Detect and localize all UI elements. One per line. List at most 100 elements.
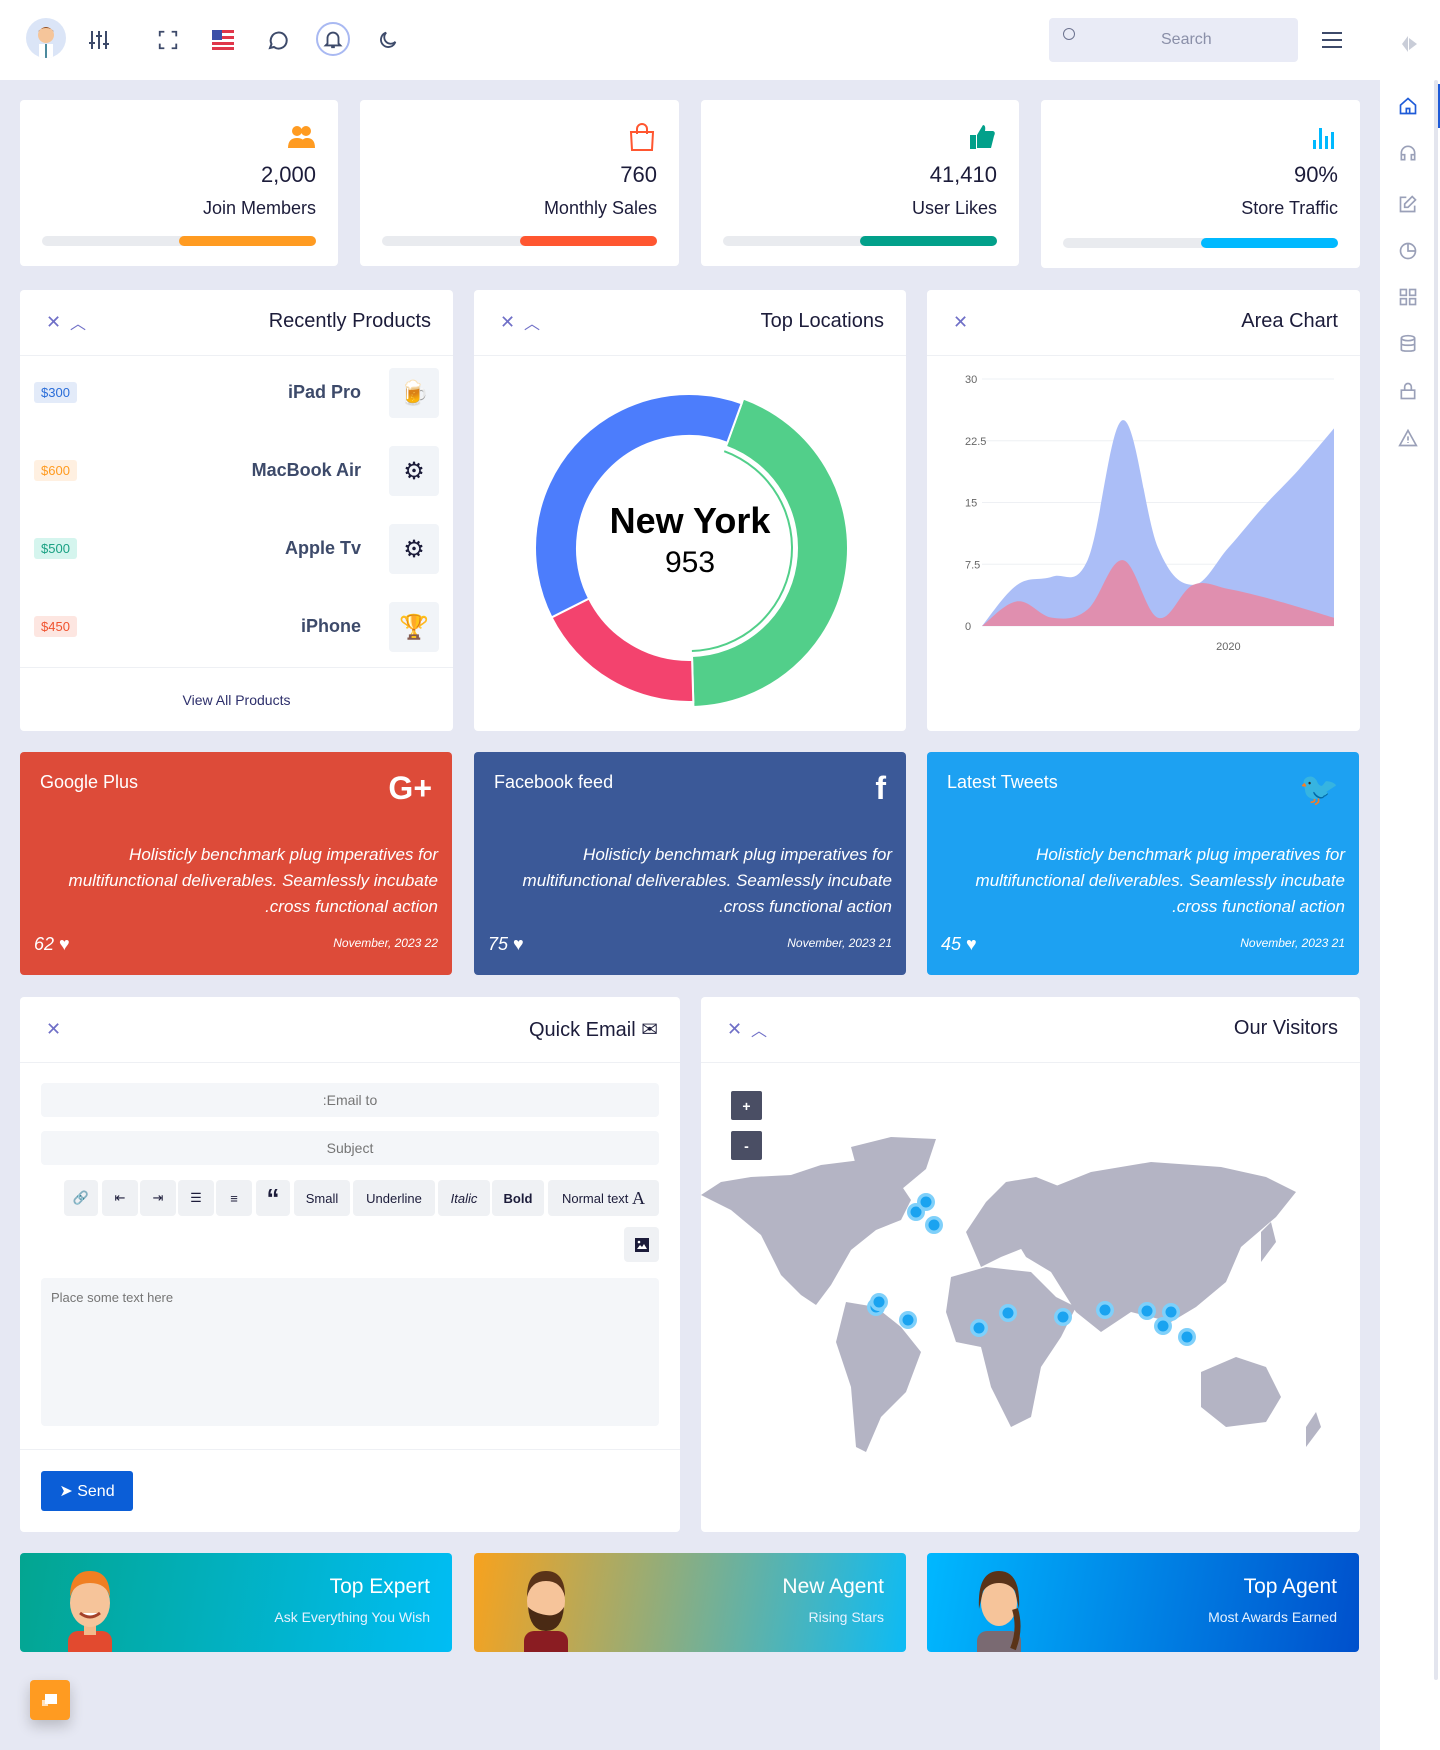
lock-icon[interactable] <box>1398 381 1420 403</box>
home-icon[interactable] <box>1398 96 1420 118</box>
normal-text-dropdown[interactable]: Normal text A <box>548 1180 659 1216</box>
likes-count[interactable]: 45 ♥ <box>941 934 977 955</box>
map-zoom-in-button[interactable]: + <box>731 1091 762 1120</box>
stat-value: 760 <box>620 162 657 187</box>
donut-center-label: New York <box>609 500 771 541</box>
outdent-button[interactable]: ⇤ <box>102 1180 138 1216</box>
link-button[interactable]: 🔗 <box>64 1180 98 1216</box>
search-input[interactable]: Search <box>1049 18 1298 62</box>
chevron-up-icon[interactable]: ︿ <box>751 1017 767 1041</box>
ordered-list-button[interactable]: ☰ <box>178 1180 214 1216</box>
visitor-marker-dot <box>1141 1305 1153 1317</box>
fullscreen-icon[interactable] <box>154 26 182 54</box>
top-locations-card: ✕ ︿ Top Locations New York 953 <box>474 290 906 731</box>
heart-icon: ♥ <box>59 934 70 954</box>
indent-button[interactable]: ⇥ <box>140 1180 176 1216</box>
gear-wrench-icon: ⚙ <box>389 446 439 496</box>
us-flag-icon[interactable] <box>209 26 237 54</box>
stat-label: Join Members <box>202 198 316 218</box>
visitors-card: ✕ ︿ Our Visitors + - <box>701 997 1360 1532</box>
post-date: November, 2023 21 <box>787 936 892 950</box>
moon-icon[interactable] <box>374 26 402 54</box>
agent-card-top-expert[interactable]: Top Expert Ask Everything You Wish <box>20 1553 452 1652</box>
bold-button[interactable]: Bold <box>492 1180 544 1216</box>
close-icon[interactable]: ✕ <box>500 312 515 333</box>
social-quote: Holisticly benchmark plug imperatives fo… <box>522 845 892 916</box>
edit-icon[interactable] <box>1398 194 1420 216</box>
google-plus-icon[interactable]: G+ <box>388 770 432 807</box>
price-badge: $600 <box>34 460 77 481</box>
logo-icon[interactable] <box>1400 34 1422 56</box>
small-button[interactable]: Small <box>294 1180 350 1216</box>
new-agent-avatar <box>524 1571 568 1652</box>
world-map[interactable] <box>701 1137 1360 1457</box>
product-row[interactable]: $600 MacBook Air ⚙ <box>20 446 453 496</box>
menu-icon[interactable] <box>1318 26 1346 54</box>
likes-count[interactable]: 62 ♥ <box>34 934 70 955</box>
chevron-up-icon[interactable]: ︿ <box>70 310 86 334</box>
customizer-icon <box>42 1694 57 1706</box>
grid-icon[interactable] <box>1398 287 1420 309</box>
product-name: Apple Tv <box>284 538 361 558</box>
card-header: ✕ ︿ Recently Products <box>20 290 453 356</box>
map-australia <box>1201 1357 1281 1427</box>
close-icon[interactable]: ✕ <box>953 312 968 333</box>
sliders-icon[interactable] <box>85 26 113 54</box>
agent-card-new-agent[interactable]: New Agent Rising Stars <box>474 1553 906 1652</box>
chat-icon[interactable] <box>264 26 292 54</box>
warning-icon[interactable] <box>1398 428 1420 450</box>
send-label: Send <box>77 1483 115 1500</box>
bell-icon[interactable] <box>316 22 350 56</box>
visitor-marker-dot <box>873 1296 885 1308</box>
view-all-products-link[interactable]: View All Products <box>20 692 453 708</box>
stat-value: 90% <box>1293 162 1338 187</box>
pie-chart-icon[interactable] <box>1398 241 1420 263</box>
italic-button[interactable]: Italic <box>438 1180 490 1216</box>
social-quote: Holisticly benchmark plug imperatives fo… <box>68 845 438 916</box>
area-chart: 0 7.5 15 22.5 30 2020 <box>965 374 1334 653</box>
likes-count[interactable]: 75 ♥ <box>488 934 524 955</box>
unordered-list-button[interactable]: ≡ <box>216 1180 252 1216</box>
area-series[interactable] <box>982 420 1334 626</box>
twitter-icon[interactable]: 🐦 <box>1299 770 1339 808</box>
close-icon[interactable]: ✕ <box>46 312 61 333</box>
chevron-up-icon[interactable]: ︿ <box>524 310 540 334</box>
donut-slice[interactable] <box>550 597 695 703</box>
quote-button[interactable]: “ <box>256 1180 290 1216</box>
heart-icon: ♥ <box>513 934 524 954</box>
top-agent-avatar <box>977 1571 1021 1652</box>
floating-settings-button[interactable] <box>30 1680 70 1720</box>
visitor-marker-dot <box>902 1314 914 1326</box>
agent-title: New Agent <box>782 1575 884 1598</box>
subject-input[interactable] <box>41 1131 659 1165</box>
product-row[interactable]: $300 iPad Pro 🍺 <box>20 368 453 418</box>
product-row[interactable]: $450 iPhone 🏆 <box>20 602 453 652</box>
map-africa <box>946 1267 1076 1427</box>
message-textarea[interactable] <box>41 1278 659 1426</box>
close-icon[interactable]: ✕ <box>46 1019 61 1040</box>
y-tick-label: 30 <box>965 374 977 386</box>
email-to-input[interactable] <box>41 1083 659 1117</box>
send-button[interactable]: ➤ Send <box>41 1471 133 1511</box>
headphones-icon[interactable] <box>1398 143 1420 165</box>
agent-card-top-agent[interactable]: Top Agent Most Awards Earned <box>927 1553 1359 1652</box>
avatar[interactable] <box>26 18 66 58</box>
visitor-marker-dot <box>1157 1320 1169 1332</box>
visitor-marker-dot <box>1002 1307 1014 1319</box>
quick-email-card: ✕ Quick Email ✉ 🔗 ⇤ ⇥ ☰ ≡ “ Small Underl… <box>20 997 680 1532</box>
stat-value: 2,000 <box>260 162 316 187</box>
underline-button[interactable]: Underline <box>353 1180 435 1216</box>
stat-value: 41,410 <box>929 162 997 187</box>
social-card-twitter: Latest Tweets 🐦 Holisticly benchmark plu… <box>927 752 1359 975</box>
scrollbar[interactable] <box>1434 80 1438 1680</box>
facebook-icon[interactable]: f <box>875 770 886 807</box>
product-name: iPad Pro <box>287 382 361 402</box>
database-icon[interactable] <box>1398 334 1420 356</box>
product-row[interactable]: $500 Apple Tv ⚙ <box>20 524 453 574</box>
stat-label: Monthly Sales <box>543 198 657 218</box>
image-button[interactable] <box>624 1227 659 1262</box>
close-icon[interactable]: ✕ <box>727 1019 742 1040</box>
product-name: MacBook Air <box>251 460 361 480</box>
agent-title: Top Expert <box>329 1575 430 1598</box>
stat-card-likes: 41,410 User Likes <box>701 100 1019 266</box>
